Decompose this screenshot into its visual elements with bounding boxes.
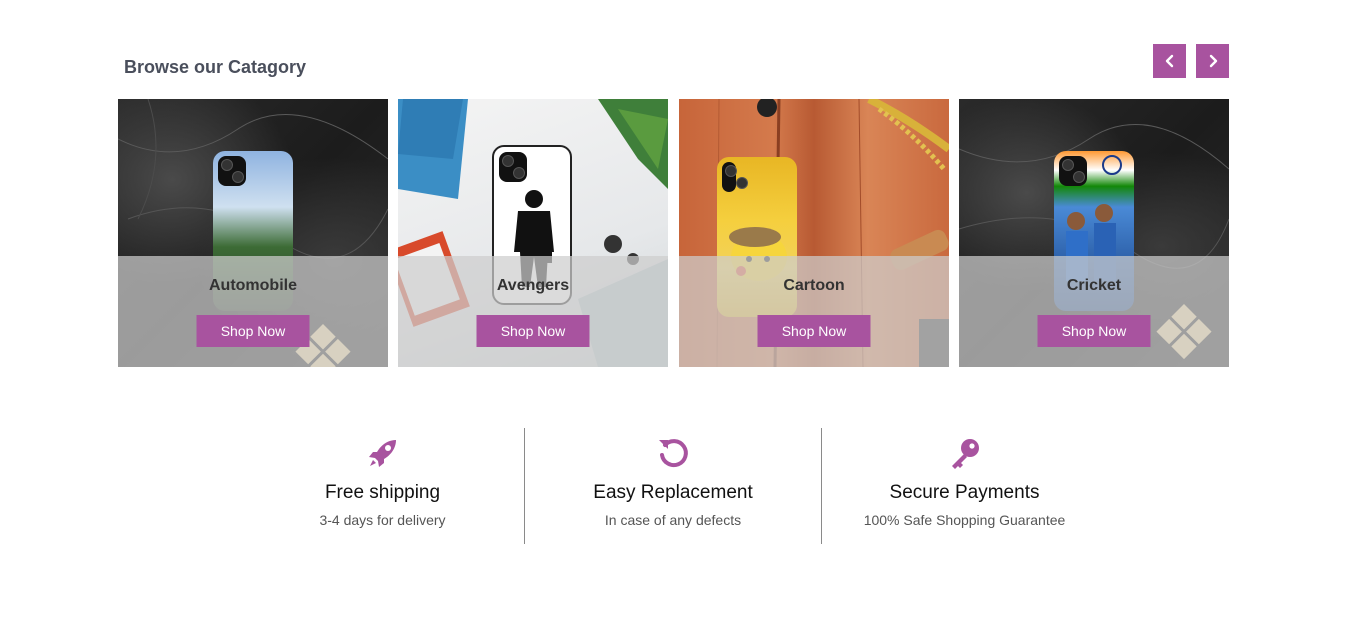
feature-free-shipping: Free shipping 3-4 days for delivery — [240, 428, 525, 544]
feature-secure-payments: Secure Payments 100% Safe Shopping Guara… — [822, 428, 1107, 544]
refresh-icon — [659, 439, 688, 468]
category-card-cartoon[interactable]: Cartoon Shop Now — [679, 99, 949, 367]
chevron-left-icon — [1165, 54, 1173, 68]
rocket-icon — [368, 440, 396, 467]
feature-title: Easy Replacement — [593, 482, 753, 503]
category-card-automobile[interactable]: Automobile Shop Now — [118, 99, 388, 367]
category-card-cricket[interactable]: Cricket Shop Now — [959, 99, 1229, 367]
shop-now-button[interactable]: Shop Now — [757, 315, 871, 347]
category-label: Automobile — [209, 277, 297, 294]
shop-now-button[interactable]: Shop Now — [196, 315, 310, 347]
category-label: Cartoon — [783, 277, 845, 294]
section-title: Browse our Catagory — [124, 57, 307, 77]
feature-subtitle: 3-4 days for delivery — [319, 512, 446, 528]
category-label: Cricket — [1066, 277, 1122, 294]
category-card-avengers[interactable]: Avengers Shop Now — [398, 99, 668, 367]
category-label: Avengers — [496, 277, 570, 294]
carousel-next-button[interactable] — [1196, 44, 1229, 78]
feature-subtitle: 100% Safe Shopping Guarantee — [863, 512, 1066, 528]
feature-title: Free shipping — [324, 482, 441, 503]
feature-easy-replacement: Easy Replacement In case of any defects — [525, 428, 821, 544]
carousel-prev-button[interactable] — [1153, 44, 1186, 78]
key-icon — [951, 439, 979, 469]
features-strip: Free shipping 3-4 days for delivery Easy… — [240, 428, 1110, 544]
feature-subtitle: In case of any defects — [604, 512, 742, 528]
chevron-right-icon — [1209, 54, 1217, 68]
shop-now-button[interactable]: Shop Now — [476, 315, 590, 347]
feature-title: Secure Payments — [889, 482, 1040, 503]
shop-now-button[interactable]: Shop Now — [1037, 315, 1151, 347]
category-carousel: Automobile Shop Now Avengers Shop Now Ca… — [118, 99, 1230, 367]
